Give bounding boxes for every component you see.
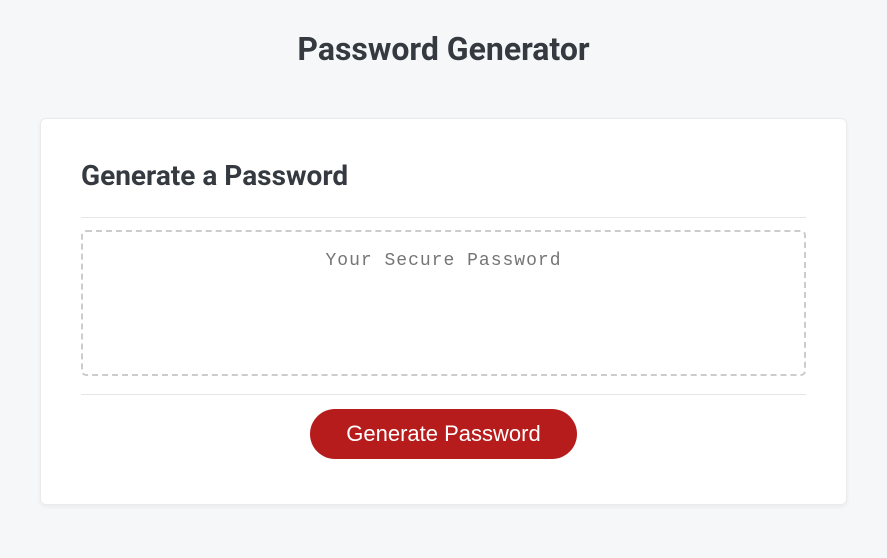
- page-title: Password Generator: [0, 0, 887, 78]
- card-header: Generate a Password: [81, 159, 806, 218]
- password-generator-card: Generate a Password Your Secure Password…: [40, 118, 847, 505]
- generate-password-button[interactable]: Generate Password: [310, 409, 576, 459]
- section-title: Generate a Password: [81, 159, 806, 192]
- password-placeholder-text: Your Secure Password: [325, 251, 561, 271]
- card-body: Your Secure Password: [81, 218, 806, 395]
- card-footer: Generate Password: [81, 395, 806, 459]
- password-output-box: Your Secure Password: [81, 230, 806, 376]
